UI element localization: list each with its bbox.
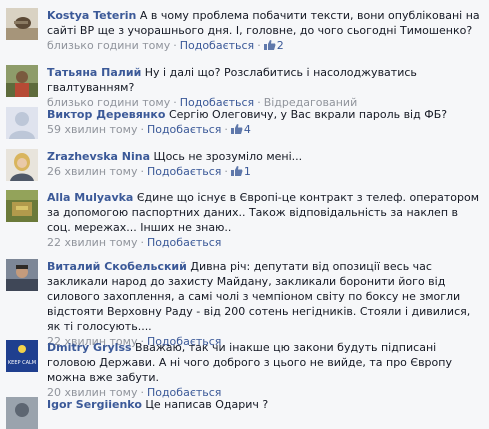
comment-text-line: Kostya Teterin А в чому проблема побачит… bbox=[47, 8, 481, 38]
like-count[interactable]: 1 bbox=[230, 165, 251, 178]
avatar[interactable] bbox=[6, 107, 38, 139]
comment-author[interactable]: Виктор Деревянко bbox=[47, 108, 165, 121]
avatar-photo-icon bbox=[6, 149, 38, 181]
comment-text-line: Alla Mulyavka Єдине що існує в Європі-це… bbox=[47, 190, 481, 235]
like-button[interactable]: Подобається bbox=[180, 39, 254, 52]
comment-meta: 22 хвилин тому · Подобається bbox=[47, 236, 222, 249]
comment-author[interactable]: Татьяна Палий bbox=[47, 66, 141, 79]
thumbs-up-icon bbox=[230, 124, 243, 134]
thumbs-up-icon bbox=[263, 40, 276, 50]
avatar[interactable] bbox=[6, 190, 38, 222]
comment-time[interactable]: близько години тому bbox=[47, 39, 170, 52]
comment-text-line: Виктор Деревянко Сергію Олеговичу, у Вас… bbox=[47, 107, 481, 122]
comment-body: Dmitry Grylss Вважаю, так чи інакше цю з… bbox=[47, 340, 481, 400]
comment-time[interactable]: 22 хвилин тому bbox=[47, 236, 137, 249]
default-avatar-icon bbox=[6, 107, 38, 139]
avatar[interactable] bbox=[6, 259, 38, 291]
comment-text: Сергію Олеговичу, у Вас вкрали пароль ві… bbox=[168, 108, 448, 121]
avatar-photo-icon bbox=[6, 8, 38, 40]
comment-body: Виталий Скобельский Дивна річ: депутати … bbox=[47, 259, 481, 349]
comment-meta: 59 хвилин тому · Подобається · 4 bbox=[47, 123, 251, 136]
avatar[interactable] bbox=[6, 397, 38, 429]
comment-text-line: Dmitry Grylss Вважаю, так чи інакше цю з… bbox=[47, 340, 481, 385]
thumbs-up-icon bbox=[230, 166, 243, 176]
comment-body: Kostya Teterin А в чому проблема побачит… bbox=[47, 8, 481, 53]
comment-text-line: Igor Sergiienko Це написав Одарич ? bbox=[47, 397, 481, 412]
avatar[interactable] bbox=[6, 149, 38, 181]
comments-feed: Kostya Teterin А в чому проблема побачит… bbox=[0, 0, 489, 429]
comment-meta: близько години тому · Подобається · 2 bbox=[47, 39, 284, 52]
comment-author[interactable]: Zrazhevska Nina bbox=[47, 150, 150, 163]
avatar-photo-icon bbox=[6, 259, 38, 291]
avatar-photo-icon bbox=[6, 397, 38, 429]
comment-text-line: Zrazhevska Nina Щось не зрозуміло мені..… bbox=[47, 149, 481, 164]
avatar[interactable]: KEEP CALM bbox=[6, 340, 38, 372]
comment-author[interactable]: Igor Sergiienko bbox=[47, 398, 142, 411]
like-button[interactable]: Подобається bbox=[147, 165, 221, 178]
avatar[interactable] bbox=[6, 65, 38, 97]
svg-text:KEEP CALM: KEEP CALM bbox=[8, 360, 36, 366]
comment-body: Alla Mulyavka Єдине що існує в Європі-це… bbox=[47, 190, 481, 250]
comment-text-line: Виталий Скобельский Дивна річ: депутати … bbox=[47, 259, 481, 334]
like-count[interactable]: 2 bbox=[263, 39, 284, 52]
comment-time[interactable]: 59 хвилин тому bbox=[47, 123, 137, 136]
comment-text-line: Татьяна Палий Ну і далі що? Розслабитись… bbox=[47, 65, 481, 95]
comment-body: Татьяна Палий Ну і далі що? Розслабитись… bbox=[47, 65, 481, 110]
like-count[interactable]: 4 bbox=[230, 123, 251, 136]
comment-body: Zrazhevska Nina Щось не зрозуміло мені..… bbox=[47, 149, 481, 179]
avatar-photo-icon bbox=[6, 190, 38, 222]
comment-text: Це написав Одарич ? bbox=[145, 398, 269, 411]
like-button[interactable]: Подобається bbox=[147, 236, 221, 249]
comment-author[interactable]: Виталий Скобельский bbox=[47, 260, 187, 273]
comment-time[interactable]: 26 хвилин тому bbox=[47, 165, 137, 178]
avatar-photo-icon bbox=[6, 65, 38, 97]
comment-author[interactable]: Kostya Teterin bbox=[47, 9, 136, 22]
avatar[interactable] bbox=[6, 8, 38, 40]
comment-text: Щось не зрозуміло мені... bbox=[153, 150, 303, 163]
comment-author[interactable]: Alla Mulyavka bbox=[47, 191, 133, 204]
avatar-badge-icon: KEEP CALM bbox=[6, 340, 38, 372]
comment-body: Виктор Деревянко Сергію Олеговичу, у Вас… bbox=[47, 107, 481, 137]
comment-author[interactable]: Dmitry Grylss bbox=[47, 341, 132, 354]
like-button[interactable]: Подобається bbox=[147, 123, 221, 136]
comment-meta: 26 хвилин тому · Подобається · 1 bbox=[47, 165, 251, 178]
comment-body: Igor Sergiienko Це написав Одарич ? bbox=[47, 397, 481, 412]
